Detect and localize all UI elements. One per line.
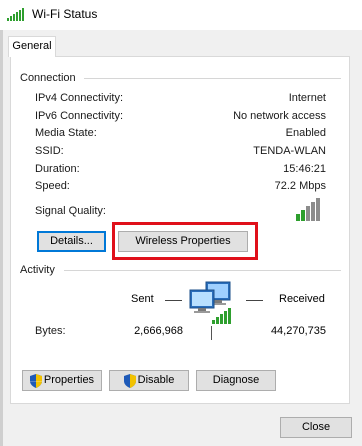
uac-shield-icon bbox=[123, 373, 136, 388]
tab-general[interactable]: General bbox=[8, 36, 56, 57]
uac-shield-icon bbox=[29, 373, 42, 388]
duration-label: Duration: bbox=[35, 163, 80, 175]
connection-section-header: Connection bbox=[20, 72, 76, 84]
media-state-value: Enabled bbox=[285, 127, 326, 139]
bytes-sent-value: 2,666,968 bbox=[134, 325, 183, 337]
speed-value: 72.2 Mbps bbox=[274, 180, 326, 192]
received-label: Received bbox=[279, 293, 325, 305]
signal-strength-icon bbox=[296, 198, 320, 221]
duration-value: 15:46:21 bbox=[283, 163, 326, 175]
connection-divider bbox=[84, 78, 341, 79]
bytes-label: Bytes: bbox=[35, 325, 66, 337]
properties-button-label: Properties bbox=[43, 374, 95, 386]
disable-button-label: Disable bbox=[137, 374, 175, 386]
bytes-received-value: 44,270,735 bbox=[270, 325, 326, 337]
speed-label: Speed: bbox=[35, 180, 70, 192]
ipv4-value: Internet bbox=[288, 92, 326, 104]
tab-panel-general bbox=[10, 56, 350, 404]
diagnose-button[interactable]: Diagnose bbox=[196, 370, 276, 391]
activity-section-header: Activity bbox=[20, 264, 55, 276]
received-connector-line bbox=[246, 300, 263, 301]
activity-divider bbox=[64, 270, 341, 271]
window-left-edge bbox=[0, 30, 3, 446]
ipv6-label: IPv6 Connectivity: bbox=[35, 110, 124, 122]
ssid-value: TENDA-WLAN bbox=[253, 145, 326, 157]
wireless-properties-label: Wireless Properties bbox=[135, 235, 231, 247]
properties-button[interactable]: Properties bbox=[22, 370, 102, 391]
wifi-bars-icon bbox=[7, 8, 24, 21]
disable-button[interactable]: Disable bbox=[109, 370, 189, 391]
close-button[interactable]: Close bbox=[280, 417, 352, 438]
ipv4-label: IPv4 Connectivity: bbox=[35, 92, 124, 104]
wireless-properties-button[interactable]: Wireless Properties bbox=[118, 231, 248, 252]
close-button-label: Close bbox=[301, 421, 331, 433]
ssid-label: SSID: bbox=[35, 145, 64, 157]
signal-quality-label: Signal Quality: bbox=[35, 205, 106, 217]
diagnose-button-label: Diagnose bbox=[212, 374, 260, 386]
ipv6-value: No network access bbox=[233, 110, 326, 122]
details-button-label: Details... bbox=[50, 235, 93, 247]
details-button[interactable]: Details... bbox=[37, 231, 106, 252]
media-state-label: Media State: bbox=[35, 127, 97, 139]
bytes-separator bbox=[211, 326, 212, 340]
sent-connector-line bbox=[165, 300, 182, 301]
sent-label: Sent bbox=[131, 293, 154, 305]
window-title: Wi-Fi Status bbox=[32, 7, 98, 21]
network-computers-icon bbox=[189, 281, 231, 324]
